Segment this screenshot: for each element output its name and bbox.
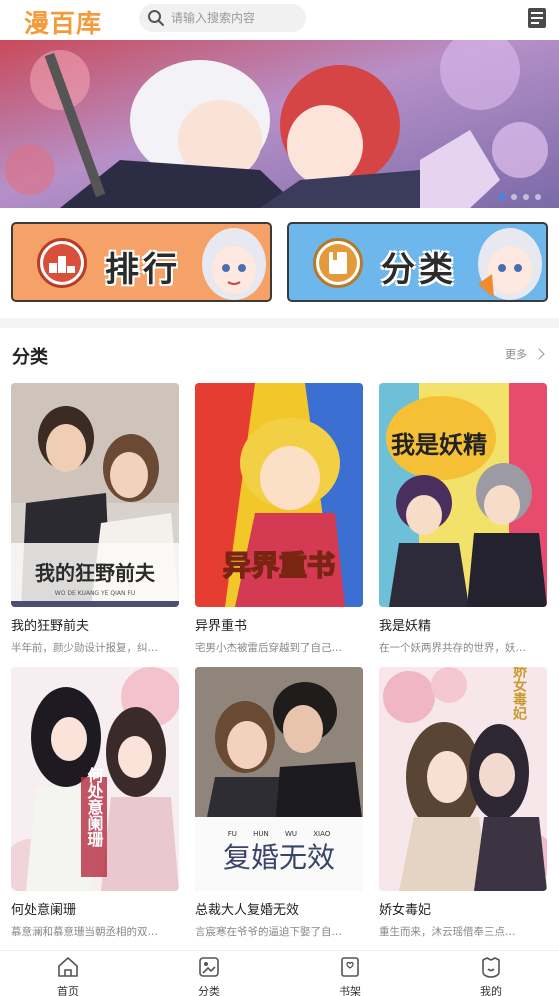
book-icon	[313, 238, 363, 288]
banner-carousel[interactable]	[0, 40, 559, 208]
comic-title[interactable]: 娇女毒妃	[379, 899, 547, 918]
tab-bookshelf[interactable]: 书架	[320, 955, 380, 996]
search-icon	[147, 9, 165, 27]
top-bar: 漫百库	[0, 0, 559, 38]
comic-description: 重生而来，沐云瑶借奉三点…	[379, 926, 516, 938]
search-input[interactable]	[171, 11, 301, 25]
podium-icon	[37, 238, 87, 288]
cover-title: 娇女毒妃	[511, 667, 527, 721]
bottom-tab-bar: 首页 分类 书架 我的	[0, 950, 559, 996]
comic-description: 慕意澜和慕意珊当朝丞相的双…	[11, 926, 158, 938]
tab-category[interactable]: 分类	[179, 955, 239, 996]
cover-title: 异界重书	[223, 549, 335, 582]
cover-title: 我的狂野前夫	[35, 561, 156, 585]
cover-pinyin-1: FU	[228, 830, 237, 838]
comic-cover[interactable]: 我是妖精	[379, 383, 547, 607]
search-bar[interactable]	[139, 4, 306, 32]
comic-cover[interactable]: FU HUN WU XIAO 复婚无效	[195, 667, 363, 891]
comic-title[interactable]: 异界重书	[195, 615, 363, 634]
ranking-button[interactable]: 排行	[11, 222, 272, 302]
chevron-right-icon	[533, 348, 545, 360]
comic-description: 半年前，颜少勋设计报复，纠…	[11, 642, 158, 654]
comic-cover[interactable]: 异界重书	[195, 383, 363, 607]
comic-card[interactable]: 我是妖精 我是妖精 在一个妖两界共存的世界，妖…	[379, 383, 547, 655]
cover-subtitle: WO DE KUANG YE QIAN FU	[55, 590, 135, 597]
category-icon	[199, 957, 219, 977]
carousel-dot[interactable]	[511, 194, 517, 200]
tab-label: 首页	[57, 985, 79, 996]
comic-title[interactable]: 何处意阑珊	[11, 899, 179, 918]
mascot-image	[202, 228, 266, 300]
comic-cover[interactable]: 何处意阑珊	[11, 667, 179, 891]
more-label: 更多	[505, 348, 527, 361]
tab-label: 书架	[339, 985, 361, 996]
home-icon	[58, 957, 78, 977]
comic-card[interactable]: FU HUN WU XIAO 复婚无效 总裁大人复婚无效 言宸寒在爷爷的逼迫下娶…	[195, 667, 363, 939]
comic-title[interactable]: 我是妖精	[379, 615, 547, 634]
comic-description: 宅男小杰被雷后穿越到了自己…	[195, 642, 342, 654]
cover-title: 我是妖精	[391, 431, 487, 459]
tab-label: 分类	[198, 985, 220, 996]
comic-description: 在一个妖两界共存的世界，妖…	[379, 642, 526, 654]
carousel-dot[interactable]	[535, 194, 541, 200]
cover-pinyin-4: XIAO	[313, 830, 331, 838]
app-logo[interactable]: 漫百库	[24, 4, 102, 40]
section-title: 分类	[12, 347, 48, 368]
document-icon	[528, 8, 546, 28]
comic-cover[interactable]: 娇女毒妃	[379, 667, 547, 891]
comic-card[interactable]: 异界重书 异界重书 宅男小杰被雷后穿越到了自己…	[195, 383, 363, 655]
entry-buttons: 排行 分类	[0, 208, 559, 318]
cover-title: 复婚无效	[223, 841, 335, 874]
bookshelf-icon	[341, 957, 359, 977]
tab-label: 我的	[480, 985, 502, 996]
comic-card[interactable]: 何处意阑珊 何处意阑珊 慕意澜和慕意珊当朝丞相的双…	[11, 667, 179, 939]
comic-card[interactable]: 娇女毒妃 娇女毒妃 重生而来，沐云瑶借奉三点…	[379, 667, 547, 939]
mascot-image	[478, 228, 542, 300]
comic-title[interactable]: 我的狂野前夫	[11, 615, 179, 634]
carousel-dot[interactable]	[523, 194, 529, 200]
tab-profile[interactable]: 我的	[461, 955, 521, 996]
cover-pinyin-3: WU	[285, 830, 297, 838]
banner-image	[0, 40, 559, 208]
category-label: 分类	[381, 250, 457, 290]
tab-home[interactable]: 首页	[38, 955, 98, 996]
carousel-dots	[499, 194, 541, 200]
cover-pinyin-2: HUN	[253, 830, 269, 838]
carousel-dot[interactable]	[499, 194, 505, 200]
history-button[interactable]	[527, 7, 547, 29]
category-button[interactable]: 分类	[287, 222, 548, 302]
ranking-label: 排行	[105, 250, 181, 290]
more-link[interactable]: 更多	[505, 346, 545, 362]
comic-card[interactable]: 我的狂野前夫 WO DE KUANG YE QIAN FU 我的狂野前夫 半年前…	[11, 383, 179, 655]
comic-title[interactable]: 总裁大人复婚无效	[195, 899, 363, 918]
profile-icon	[482, 957, 500, 978]
cover-title: 何处意阑珊	[85, 766, 105, 848]
comic-description: 言宸寒在爷爷的逼迫下娶了自…	[195, 926, 342, 938]
section-divider	[0, 318, 559, 328]
comic-cover[interactable]: 我的狂野前夫 WO DE KUANG YE QIAN FU	[11, 383, 179, 607]
